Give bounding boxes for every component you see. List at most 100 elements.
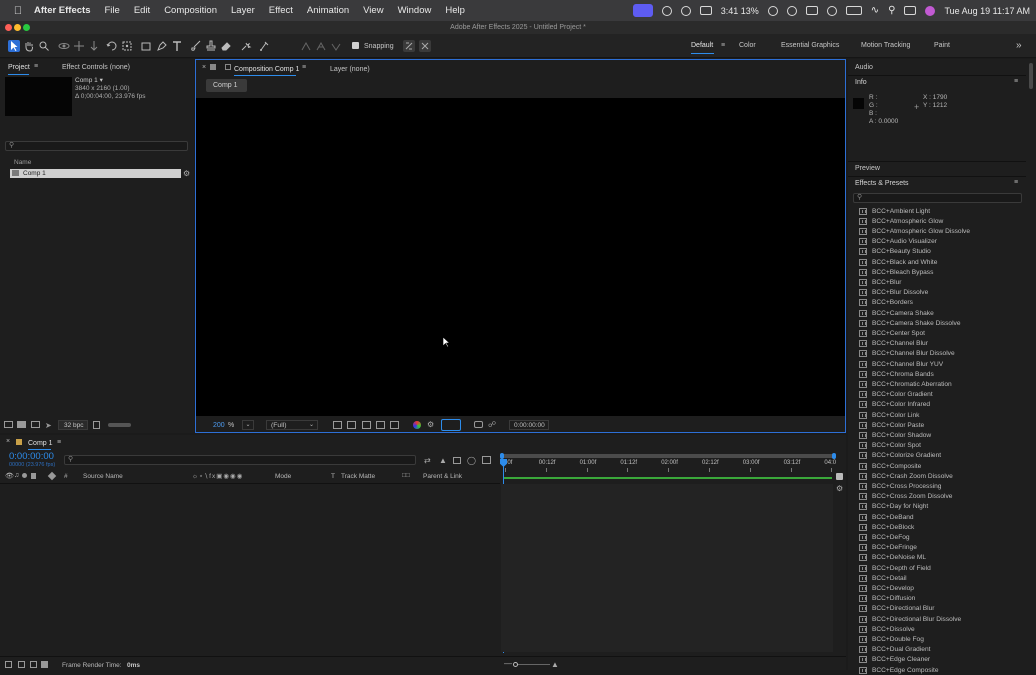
- effect-item[interactable]: BCC+Cross Zoom Dissolve: [859, 492, 952, 502]
- status-icon-3[interactable]: [699, 6, 712, 15]
- effect-item[interactable]: BCC+Blur: [859, 277, 902, 287]
- effect-item[interactable]: BCC+DeFog: [859, 532, 910, 542]
- new-composition-icon[interactable]: [31, 421, 40, 428]
- snap-features-icon[interactable]: [419, 40, 431, 52]
- project-row-comp-1[interactable]: Comp 1: [10, 169, 181, 178]
- effect-item[interactable]: BCC+Crash Zoom Dissolve: [859, 471, 953, 481]
- effect-item[interactable]: BCC+Color Link: [859, 410, 919, 420]
- minimize-window-button[interactable]: [14, 24, 21, 31]
- effect-item[interactable]: BCC+Edge Composite: [859, 665, 939, 675]
- effect-item[interactable]: BCC+Chroma Bands: [859, 369, 934, 379]
- effect-item[interactable]: BCC+Color Gradient: [859, 390, 933, 400]
- thumbnail-size-slider[interactable]: [108, 423, 131, 427]
- zoom-in-icon[interactable]: ▲: [551, 660, 559, 669]
- effect-item[interactable]: BCC+Channel Blur YUV: [859, 359, 943, 369]
- effect-item[interactable]: BCC+Camera Shake: [859, 308, 934, 318]
- frame-blending-icon[interactable]: ◯: [467, 456, 476, 465]
- timeline-search-input[interactable]: ⚲: [64, 455, 416, 465]
- menu-layer[interactable]: Layer: [231, 5, 255, 16]
- lock-toggle-icon[interactable]: [31, 473, 36, 479]
- menu-file[interactable]: File: [105, 5, 120, 16]
- effect-item[interactable]: BCC+Color Shadow: [859, 430, 931, 440]
- apple-menu-icon[interactable]: : [10, 5, 26, 17]
- render-queue-icon[interactable]: ➤: [45, 421, 52, 430]
- dolly-camera-tool-icon[interactable]: [88, 40, 100, 52]
- close-tab-icon[interactable]: ×: [202, 64, 206, 71]
- comment-icon[interactable]: [836, 473, 843, 480]
- play-icon[interactable]: [826, 5, 837, 16]
- column-track-matte[interactable]: Track Matte: [341, 473, 375, 480]
- work-area-bar[interactable]: [500, 453, 836, 459]
- effect-item[interactable]: BCC+Borders: [859, 298, 913, 308]
- effect-item[interactable]: BCC+DeBlock: [859, 522, 914, 532]
- draft-3d-toggle-icon[interactable]: ▲: [439, 456, 447, 465]
- effects-presets-title[interactable]: Effects & Presets: [855, 180, 909, 187]
- grid-guides-icon[interactable]: [390, 421, 399, 429]
- tab-layer[interactable]: Layer (none): [330, 66, 370, 73]
- rotation-tool-icon[interactable]: [106, 40, 118, 52]
- effects-menu-icon[interactable]: ≡: [1014, 179, 1018, 186]
- workspace-menu-icon[interactable]: ≡: [721, 42, 725, 49]
- puppet-tool-icon[interactable]: [258, 40, 270, 52]
- bpc-button[interactable]: 32 bpc: [58, 420, 88, 430]
- label-header-icon[interactable]: [47, 471, 57, 481]
- effect-item[interactable]: BCC+Channel Blur Dissolve: [859, 349, 955, 359]
- control-center-icon[interactable]: [904, 6, 917, 15]
- preview-title[interactable]: Preview: [855, 165, 880, 172]
- effect-item[interactable]: BCC+Beauty Studio: [859, 247, 931, 257]
- menu-edit[interactable]: Edit: [134, 5, 150, 16]
- effect-item[interactable]: BCC+Edge Cleaner: [859, 655, 930, 665]
- axis-local-icon[interactable]: [300, 40, 312, 52]
- audio-toggle-icon[interactable]: ♫: [14, 472, 19, 479]
- composition-panel-menu-icon[interactable]: ≡: [302, 64, 306, 71]
- effect-item[interactable]: BCC+Center Spot: [859, 328, 925, 338]
- effect-item[interactable]: BCC+Channel Blur: [859, 339, 928, 349]
- effect-item[interactable]: BCC+Diffusion: [859, 594, 915, 604]
- snapshot-camera-icon[interactable]: [474, 421, 483, 428]
- snap-edges-icon[interactable]: [403, 40, 415, 52]
- wifi-icon[interactable]: ∿: [871, 5, 879, 16]
- interpret-footage-icon[interactable]: [4, 421, 13, 428]
- effect-item[interactable]: BCC+Dual Gradient: [859, 645, 930, 655]
- menu-composition[interactable]: Composition: [164, 5, 217, 16]
- viewer-timecode[interactable]: 0:00:00:00: [509, 420, 549, 430]
- axis-world-icon[interactable]: [315, 40, 327, 52]
- info-title[interactable]: Info: [855, 79, 867, 86]
- timeline-options-icon[interactable]: ⚙: [836, 484, 843, 493]
- close-window-button[interactable]: [5, 24, 12, 31]
- solo-toggle-icon[interactable]: [22, 473, 27, 478]
- pan-camera-tool-icon[interactable]: [73, 40, 85, 52]
- type-tool-icon[interactable]: [171, 40, 183, 52]
- column-header-name[interactable]: Name: [14, 159, 31, 166]
- siri-icon[interactable]: [925, 5, 936, 16]
- effect-item[interactable]: BCC+Colorize Gradient: [859, 451, 941, 461]
- menu-window[interactable]: Window: [398, 5, 432, 16]
- delete-icon[interactable]: [93, 421, 100, 429]
- screen-share-icon[interactable]: [632, 4, 653, 17]
- effect-item[interactable]: BCC+DeNoise ML: [859, 553, 926, 563]
- tab-effect-controls[interactable]: Effect Controls (none): [62, 64, 130, 71]
- timeline-zoom-slider[interactable]: [513, 662, 550, 667]
- effect-item[interactable]: BCC+DeFringe: [859, 543, 917, 553]
- battery-timer[interactable]: 3:41 13%: [721, 6, 759, 16]
- region-of-interest-icon[interactable]: [376, 421, 385, 429]
- effect-item[interactable]: BCC+Develop: [859, 583, 914, 593]
- channel-color-icon[interactable]: [413, 421, 421, 429]
- effect-item[interactable]: BCC+Cross Processing: [859, 481, 941, 491]
- time-ruler[interactable]: 00f 00:12f 01:00f 01:12f 02:00f 02:12f 03:00f 0…: [501, 459, 836, 472]
- eraser-tool-icon[interactable]: [220, 40, 232, 52]
- zoom-out-icon[interactable]: —: [504, 659, 512, 668]
- project-search-input[interactable]: ⚲: [5, 141, 188, 151]
- time-machine-icon[interactable]: [786, 5, 797, 16]
- tab-composition[interactable]: Composition Comp 1: [234, 66, 299, 73]
- layer-switches-icons[interactable]: ☼⋆∖fx▣◉◉◉: [192, 472, 243, 480]
- workspace-color[interactable]: Color: [739, 42, 756, 49]
- effect-item[interactable]: BCC+Bleach Bypass: [859, 267, 933, 277]
- project-panel-menu-icon[interactable]: ≡: [34, 63, 38, 70]
- workspace-default[interactable]: Default: [691, 42, 713, 49]
- axis-view-icon[interactable]: [330, 40, 342, 52]
- comp-viewer-canvas[interactable]: [196, 98, 845, 416]
- orbit-camera-tool-icon[interactable]: [58, 40, 70, 52]
- effect-item[interactable]: BCC+Blur Dissolve: [859, 288, 928, 298]
- spotlight-icon[interactable]: ⚲: [888, 5, 895, 16]
